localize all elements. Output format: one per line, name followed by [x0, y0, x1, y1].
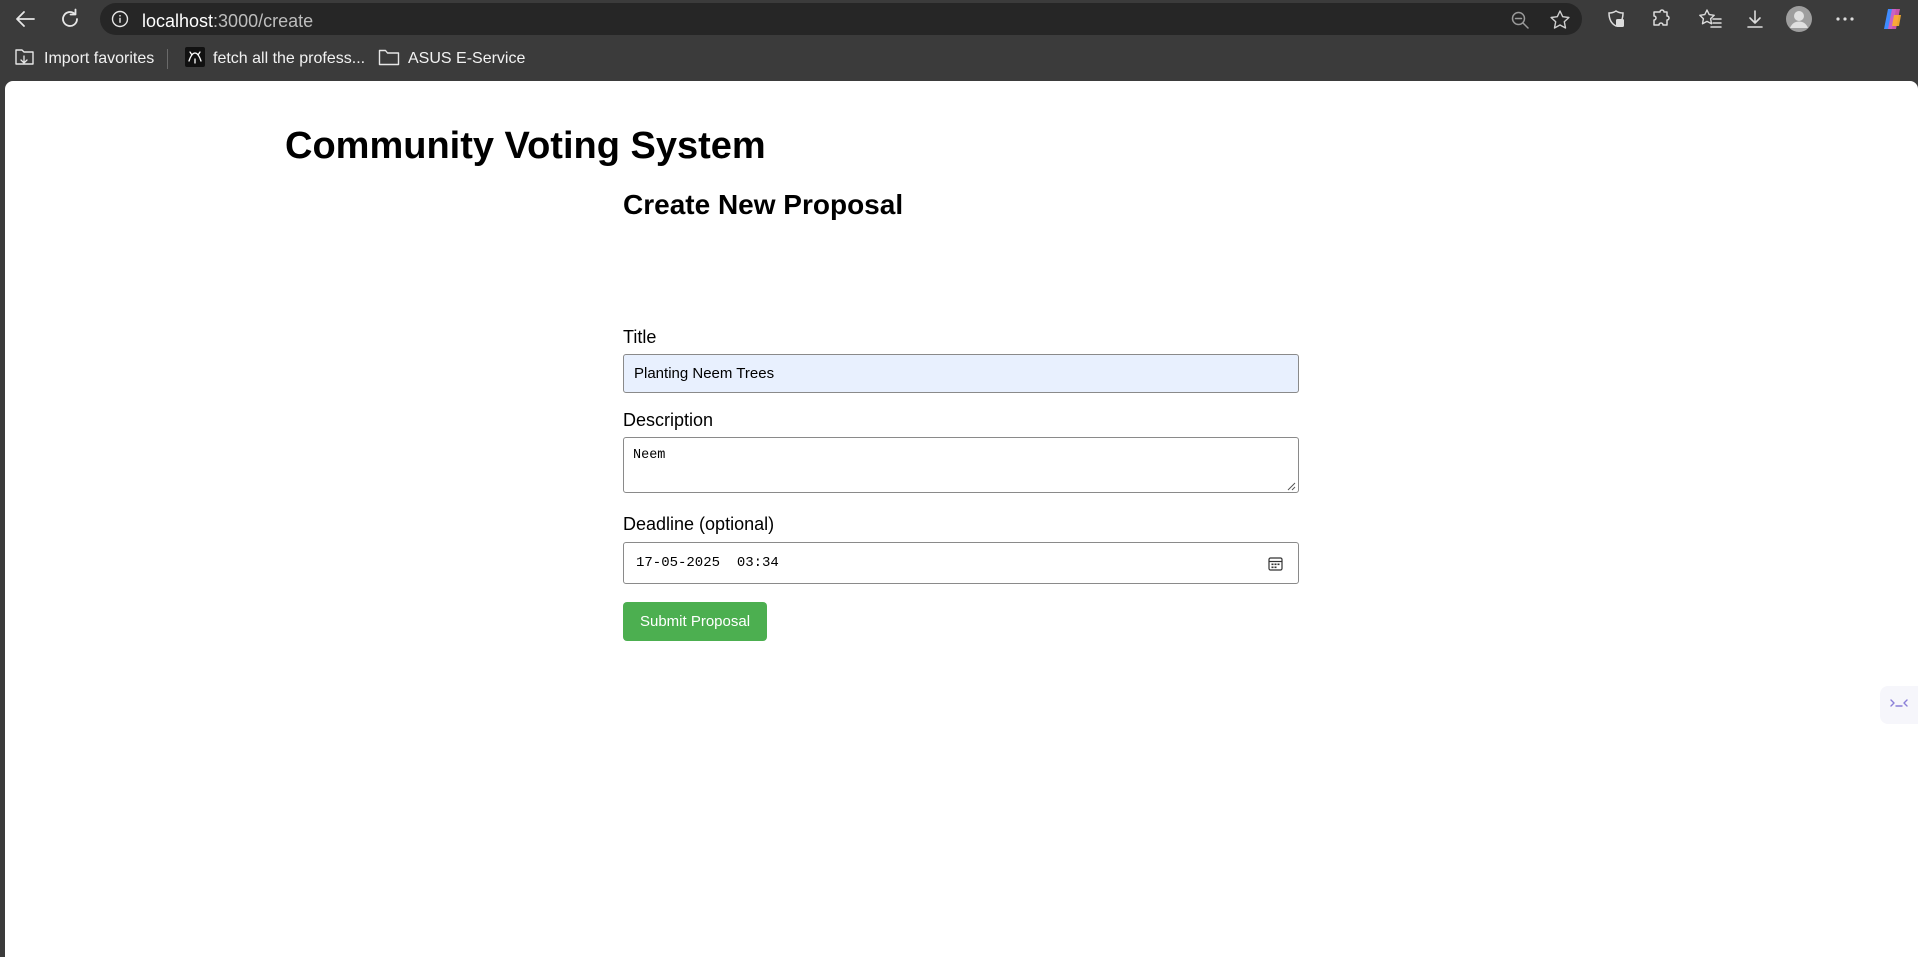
downloads-icon[interactable] [1739, 4, 1771, 34]
favorites-icon[interactable] [1694, 4, 1726, 34]
favorites-bar: Import favorites fetch all the profess..… [0, 37, 1918, 81]
title-label: Title [623, 327, 657, 347]
zoom-out-icon[interactable] [1508, 8, 1532, 32]
profile-icon[interactable] [1783, 4, 1815, 34]
create-proposal-form: Create New Proposal Title Planting Neem … [623, 189, 1299, 641]
url-path: :3000/create [213, 11, 314, 31]
favorite-label: fetch all the profess... [213, 50, 366, 67]
description-text: Neem [633, 448, 666, 463]
description-label: Description [623, 410, 714, 430]
browser-essentials-icon[interactable] [1600, 4, 1632, 34]
site-info-icon[interactable] [110, 9, 130, 29]
copilot-icon[interactable] [1876, 4, 1908, 34]
favorite-asus-e-service[interactable]: ASUS E-Service [378, 48, 525, 70]
deadline-input[interactable]: 17-05-2025 03:34 [623, 542, 1299, 584]
url-host: localhost [142, 11, 214, 31]
refresh-icon[interactable] [55, 4, 85, 34]
favorite-import[interactable]: Import favorites [14, 48, 154, 70]
extensions-icon[interactable] [1644, 4, 1676, 34]
favorites-divider [167, 49, 168, 69]
browser-toolbar: localhost:3000/create [0, 0, 1918, 37]
favorite-label: Import favorites [44, 50, 155, 67]
address-bar[interactable]: localhost:3000/create [100, 3, 1582, 35]
favorite-star-icon[interactable] [1548, 8, 1572, 32]
title-input[interactable]: Planting Neem Trees [623, 354, 1299, 393]
page-viewport: Community Voting System Create New Propo… [5, 81, 1918, 957]
side-panel-toggle[interactable] [1880, 686, 1918, 724]
url-text[interactable]: localhost:3000/create [142, 11, 313, 32]
more-icon[interactable] [1829, 4, 1861, 34]
resize-grip-icon[interactable] [1287, 481, 1296, 491]
favorite-fetch-profess[interactable]: fetch all the profess... [185, 46, 366, 72]
site-favicon [185, 46, 205, 72]
description-textarea[interactable]: Neem [623, 437, 1299, 493]
folder-icon [378, 48, 400, 71]
back-icon[interactable] [10, 4, 40, 34]
deadline-label: Deadline (optional) [623, 514, 775, 534]
app-title: Community Voting System [285, 125, 766, 167]
favorite-label: ASUS E-Service [408, 50, 526, 67]
import-icon [14, 47, 36, 72]
form-title: Create New Proposal [623, 189, 904, 220]
calendar-icon[interactable] [1266, 554, 1284, 572]
submit-proposal-button[interactable]: Submit Proposal [623, 602, 767, 641]
sidebar-assistant-icon [1888, 695, 1910, 716]
deadline-value: 17-05-2025 03:34 [636, 555, 779, 571]
